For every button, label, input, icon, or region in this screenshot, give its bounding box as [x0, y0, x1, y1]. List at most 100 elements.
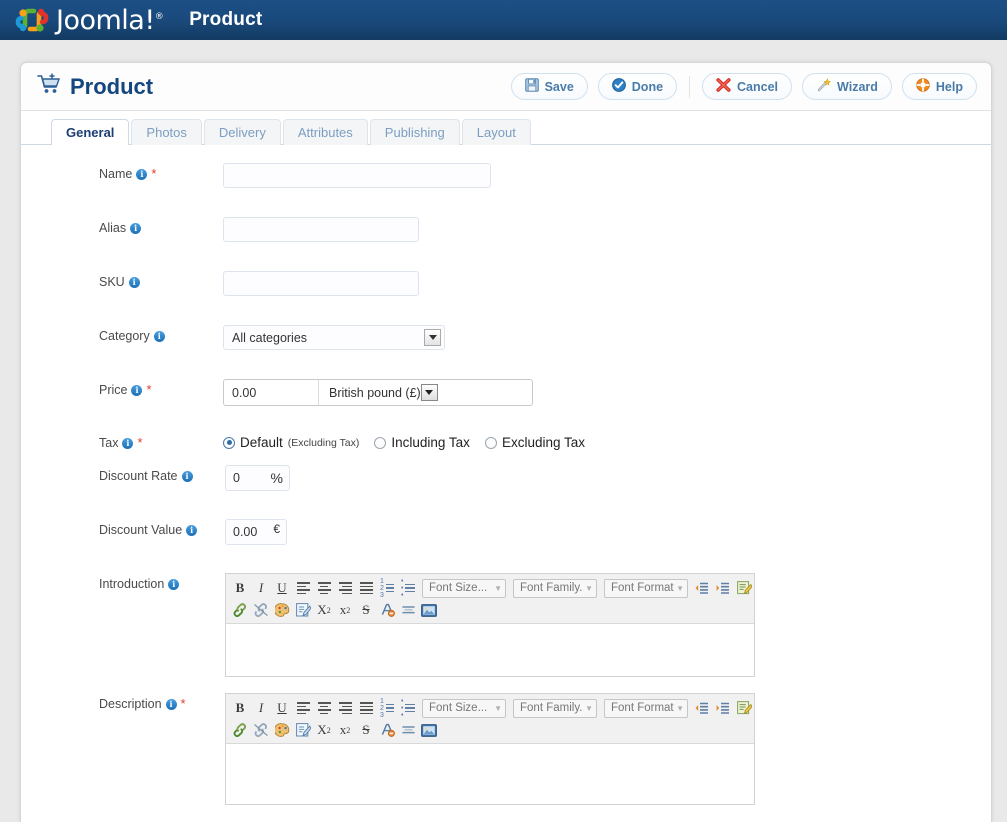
toggle-editor-icon[interactable] [734, 698, 754, 718]
info-icon[interactable]: i [128, 276, 140, 288]
indent-icon[interactable] [713, 578, 733, 598]
radio-button[interactable] [223, 436, 235, 449]
info-icon[interactable]: i [165, 698, 177, 710]
toggle-editor-icon[interactable] [734, 578, 754, 598]
tax-option-including[interactable]: Including Tax [374, 435, 470, 450]
align-left-icon[interactable] [293, 578, 313, 598]
unordered-list-icon[interactable]: • • • [398, 578, 418, 599]
align-justify-icon[interactable] [356, 578, 376, 598]
superscript-icon[interactable]: x2 [335, 600, 355, 620]
tab-publishing[interactable]: Publishing [369, 119, 460, 145]
ordered-list-icon[interactable]: 123 [377, 578, 397, 599]
align-right-icon[interactable] [335, 578, 355, 598]
strikethrough-icon[interactable]: S [356, 720, 376, 740]
remove-format-icon[interactable] [377, 720, 397, 740]
tax-option-excluding[interactable]: Excluding Tax [484, 435, 585, 450]
tab-layout[interactable]: Layout [461, 119, 531, 145]
tab-photos[interactable]: Photos [131, 119, 202, 145]
bold-icon[interactable]: B [230, 698, 250, 718]
superscript-icon[interactable]: x2 [335, 720, 355, 740]
magic-wand-icon [816, 78, 832, 95]
description-editor-body[interactable] [226, 744, 754, 804]
tab-general[interactable]: General [51, 119, 130, 146]
color-palette-icon[interactable] [272, 720, 292, 740]
tax-option-default[interactable]: Default (Excluding Tax) [223, 435, 359, 450]
underline-icon[interactable]: U [272, 698, 292, 718]
cancel-button[interactable]: Cancel [702, 73, 793, 100]
bold-icon[interactable]: B [230, 578, 250, 598]
discount-rate-input[interactable]: 0 % [225, 465, 290, 491]
toolbar: Save Done Cancel Wizard Help [510, 73, 977, 100]
edit-html-icon[interactable] [293, 720, 313, 740]
indent-icon[interactable] [713, 698, 733, 718]
font-format-select[interactable]: Font Format ▼ [604, 698, 688, 718]
align-left-icon[interactable] [293, 698, 313, 718]
info-icon[interactable]: i [136, 168, 148, 180]
info-icon[interactable]: i [130, 222, 142, 234]
unordered-list-icon[interactable]: • • • [398, 698, 418, 719]
price-label-text: Price [99, 383, 128, 397]
required-asterisk: * [137, 435, 143, 450]
remove-format-icon[interactable] [377, 600, 397, 620]
discount-value-input[interactable]: 0.00 € [225, 519, 287, 545]
font-size-select[interactable]: Font Size... ▼ [422, 578, 506, 598]
tab-photos-label: Photos [146, 125, 187, 140]
price-amount-input[interactable]: 0.00 [224, 380, 319, 405]
info-icon[interactable]: i [131, 384, 143, 396]
unlink-icon[interactable] [251, 600, 271, 620]
category-select[interactable]: All categories [223, 325, 445, 350]
chevron-down-icon [424, 329, 441, 346]
unlink-icon[interactable] [251, 720, 271, 740]
tab-delivery[interactable]: Delivery [203, 119, 281, 145]
font-family-select[interactable]: Font Family. ▼ [513, 698, 597, 718]
outdent-icon[interactable] [692, 698, 712, 718]
introduction-label-text: Introduction [99, 577, 165, 591]
sku-input[interactable] [223, 271, 419, 296]
sku-label-text: SKU [99, 275, 125, 289]
horizontal-rule-icon[interactable] [398, 600, 418, 620]
info-icon[interactable]: i [122, 437, 134, 449]
done-button[interactable]: Done [597, 73, 678, 100]
italic-icon[interactable]: I [251, 698, 271, 718]
italic-icon[interactable]: I [251, 578, 271, 598]
align-right-icon[interactable] [335, 698, 355, 718]
radio-button[interactable] [374, 436, 387, 449]
price-currency-select[interactable]: British pound (£) [319, 380, 532, 405]
wizard-button[interactable]: Wizard [802, 73, 892, 100]
font-size-select[interactable]: Font Size... ▼ [422, 698, 506, 718]
radio-button[interactable] [484, 436, 497, 449]
ordered-list-icon[interactable]: 123 [377, 698, 397, 719]
joomla-logo-icon[interactable] [14, 4, 50, 36]
subscript-icon[interactable]: X2 [314, 720, 334, 740]
info-icon[interactable]: i [186, 524, 198, 536]
insert-image-icon[interactable] [419, 720, 439, 740]
edit-html-icon[interactable] [293, 600, 313, 620]
insert-link-icon[interactable] [230, 600, 250, 620]
info-icon[interactable]: i [168, 578, 180, 590]
align-center-icon[interactable] [314, 698, 334, 718]
tab-attributes[interactable]: Attributes [282, 119, 368, 145]
subscript-icon[interactable]: X2 [314, 600, 334, 620]
name-input[interactable] [223, 163, 491, 188]
info-icon[interactable]: i [181, 470, 193, 482]
color-palette-icon[interactable] [272, 600, 292, 620]
save-label: Save [544, 79, 574, 94]
info-icon[interactable]: i [153, 330, 165, 342]
alias-input[interactable] [223, 217, 419, 242]
tax-option-excluding-label: Excluding Tax [501, 435, 585, 450]
underline-icon[interactable]: U [272, 578, 292, 598]
registered-mark: ® [154, 11, 164, 22]
insert-link-icon[interactable] [230, 720, 250, 740]
help-button[interactable]: Help [901, 73, 977, 100]
font-format-select[interactable]: Font Format ▼ [604, 578, 688, 598]
horizontal-rule-icon[interactable] [398, 720, 418, 740]
introduction-editor-body[interactable] [226, 624, 754, 676]
align-justify-icon[interactable] [356, 698, 376, 718]
save-button[interactable]: Save [510, 73, 588, 100]
tab-attributes-label: Attributes [297, 125, 353, 140]
align-center-icon[interactable] [314, 578, 334, 598]
insert-image-icon[interactable] [419, 600, 439, 620]
outdent-icon[interactable] [692, 578, 712, 598]
font-family-select[interactable]: Font Family. ▼ [513, 578, 597, 598]
strikethrough-icon[interactable]: S [356, 600, 376, 620]
